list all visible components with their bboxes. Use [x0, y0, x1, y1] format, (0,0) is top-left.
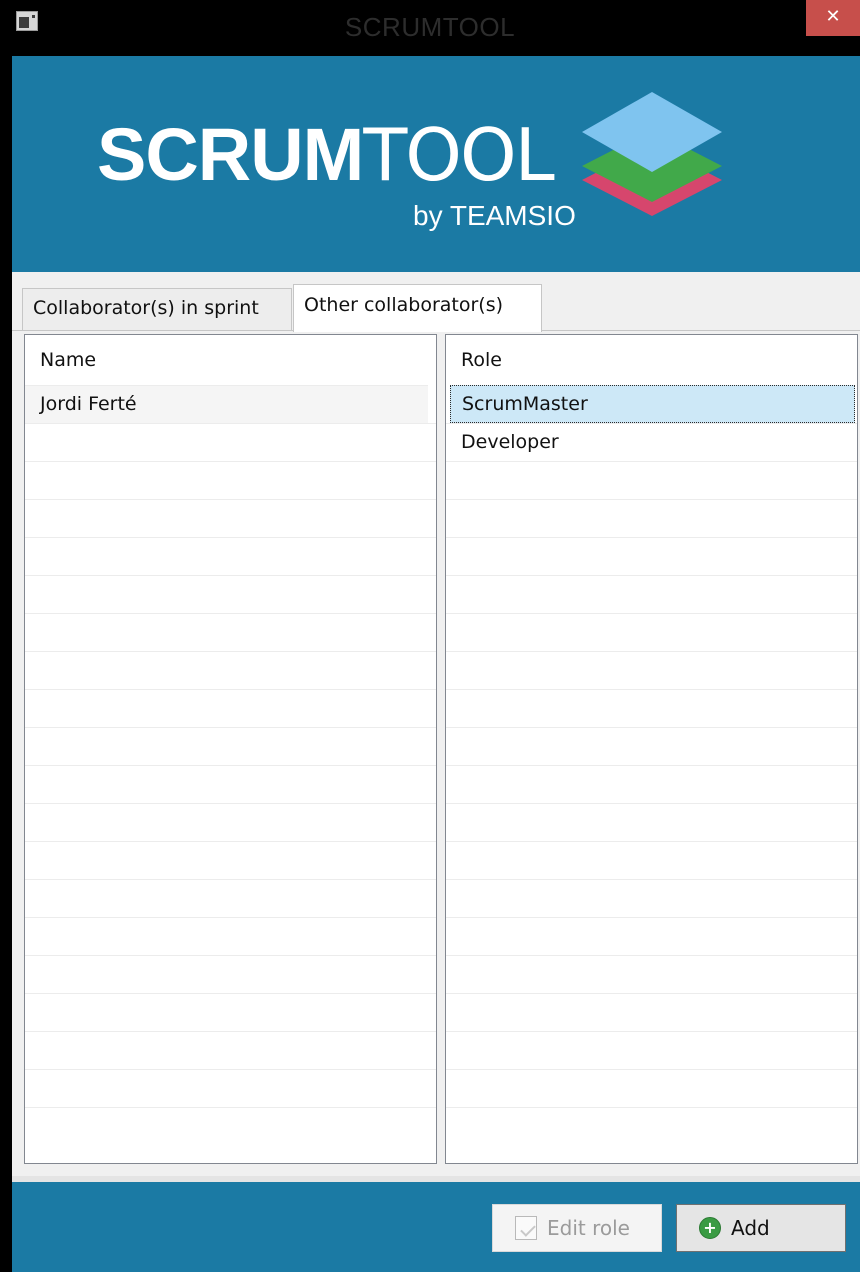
content-area: Collaborator(s) in sprint Other collabor…: [12, 272, 860, 1182]
list-item[interactable]: [446, 537, 857, 575]
tab-strip: Collaborator(s) in sprint Other collabor…: [12, 272, 860, 332]
logo-text-scrum: SCRUM: [97, 113, 364, 196]
add-button[interactable]: + Add: [676, 1204, 846, 1252]
tab-collaborators-in-sprint[interactable]: Collaborator(s) in sprint: [22, 288, 292, 330]
window-title: SCRUMTOOL: [344, 12, 516, 42]
list-item[interactable]: [446, 879, 857, 917]
logo-byline: by TEAMSIO: [413, 200, 576, 231]
add-label: Add: [731, 1216, 770, 1240]
list-item[interactable]: [25, 651, 436, 689]
list-item[interactable]: [25, 727, 436, 765]
list-item[interactable]: [446, 689, 857, 727]
list-item[interactable]: [446, 1031, 857, 1069]
add-icon: +: [699, 1217, 721, 1239]
list-item[interactable]: [25, 765, 436, 803]
list-item-text: Jordi Ferté: [40, 393, 137, 415]
list-item[interactable]: [25, 1069, 436, 1107]
edit-role-label: Edit role: [547, 1216, 630, 1240]
list-item[interactable]: [446, 993, 857, 1031]
footer-bar: Edit role + Add: [12, 1182, 860, 1272]
list-item[interactable]: [446, 613, 857, 651]
list-item[interactable]: [25, 803, 436, 841]
list-item[interactable]: ScrumMaster: [450, 385, 855, 423]
close-button[interactable]: ✕: [806, 0, 860, 36]
collaborator-rows: Jordi Ferté: [25, 385, 436, 1145]
role-column-header[interactable]: Role: [446, 335, 857, 385]
list-item-text: Developer: [461, 431, 559, 453]
list-item[interactable]: [25, 423, 436, 461]
list-item[interactable]: [446, 461, 857, 499]
list-item[interactable]: [25, 613, 436, 651]
edit-role-button[interactable]: Edit role: [492, 1204, 662, 1252]
logo: SCRUMTOOL by TEAMSIO: [97, 118, 576, 232]
list-item[interactable]: [446, 575, 857, 613]
list-item[interactable]: [446, 1069, 857, 1107]
list-item-text: ScrumMaster: [462, 393, 588, 415]
list-item[interactable]: [446, 803, 857, 841]
collaborator-list[interactable]: Name Jordi Ferté: [24, 334, 437, 1164]
list-item[interactable]: [25, 1031, 436, 1069]
list-item[interactable]: [25, 537, 436, 575]
list-item[interactable]: Developer: [446, 423, 857, 461]
list-item[interactable]: [25, 499, 436, 537]
list-item[interactable]: [446, 651, 857, 689]
title-bar: SCRUMTOOL ✕: [0, 0, 860, 56]
list-item[interactable]: [446, 955, 857, 993]
list-item[interactable]: [25, 689, 436, 727]
list-item[interactable]: [25, 993, 436, 1031]
name-column-header[interactable]: Name: [25, 335, 436, 385]
tab-other-collaborators[interactable]: Other collaborator(s): [293, 284, 542, 332]
list-item[interactable]: [25, 955, 436, 993]
list-item[interactable]: [446, 499, 857, 537]
app-window: SCRUMTOOL by TEAMSIO Collaborator(s) in …: [12, 56, 860, 1272]
list-item[interactable]: [446, 917, 857, 955]
list-item[interactable]: [25, 575, 436, 613]
logo-text-tool: TOOL: [363, 113, 554, 197]
list-item[interactable]: [25, 841, 436, 879]
list-item[interactable]: [25, 879, 436, 917]
edit-icon: [515, 1216, 537, 1240]
list-item[interactable]: [446, 727, 857, 765]
header-banner: SCRUMTOOL by TEAMSIO: [12, 56, 860, 272]
list-item[interactable]: [446, 841, 857, 879]
list-item[interactable]: [25, 917, 436, 955]
list-item[interactable]: [25, 461, 436, 499]
layers-logo-icon: [582, 92, 722, 216]
role-list[interactable]: Role ScrumMaster Developer: [445, 334, 858, 1164]
role-rows: ScrumMaster Developer: [446, 385, 857, 1145]
list-item[interactable]: [446, 1107, 857, 1145]
list-item[interactable]: [25, 1107, 436, 1145]
list-item[interactable]: [446, 765, 857, 803]
list-item[interactable]: Jordi Ferté: [25, 385, 428, 423]
